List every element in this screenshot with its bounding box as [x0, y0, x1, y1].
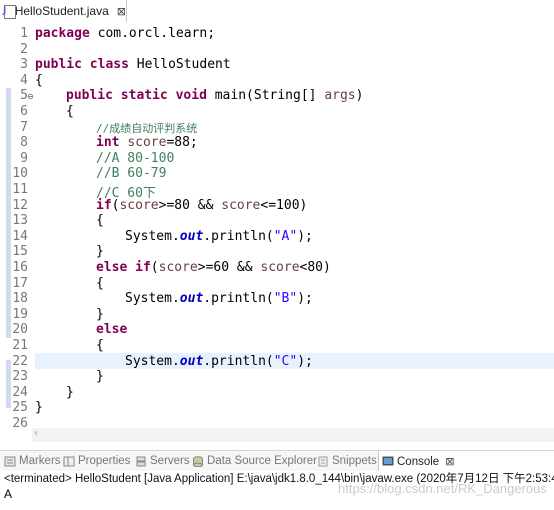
line-number: 19	[12, 306, 28, 322]
code-line-12: if(score>=80 && score<=100)	[96, 197, 308, 213]
fold-toggle-icon[interactable]: ⊖	[27, 92, 34, 101]
line-number: 21	[12, 338, 28, 353]
code-editor[interactable]: 1 2 3 4 5 6 7 8 9 10 11 12 13 14 15 16 1…	[0, 22, 554, 443]
line-number: 12	[12, 197, 28, 213]
code-line-25: }	[35, 400, 43, 416]
snippets-icon	[317, 456, 329, 467]
tab-servers[interactable]: Servers	[135, 451, 190, 471]
tab-data-source-explorer[interactable]: Data Source Explorer	[192, 451, 317, 471]
code-line-8: int score=88;	[96, 135, 198, 151]
code-line-20: else	[96, 322, 128, 338]
code-line-14: System.out.println("A");	[125, 228, 313, 244]
code-line-1: package com.orcl.learn;	[35, 26, 216, 41]
servers-icon	[135, 456, 147, 467]
watermark-text: https://blog.csdn.net/RK_Dangerous	[338, 481, 547, 496]
code-line-23: }	[96, 369, 104, 385]
editor-tab-label: HelloStudent.java	[14, 4, 109, 18]
editor-tab-bar: J HelloStudent.java ⊠	[0, 0, 554, 23]
line-number: 22	[12, 353, 28, 369]
close-console-icon[interactable]: ⊠	[445, 455, 454, 468]
code-line-7: //成绩自动评判系统	[96, 121, 198, 135]
line-number: 11	[12, 182, 28, 197]
java-file-icon: J	[3, 4, 16, 19]
line-number: 20	[12, 322, 28, 338]
close-tab-icon[interactable]: ⊠	[117, 5, 126, 18]
line-number: 23	[12, 369, 28, 385]
line-number: 3	[20, 57, 28, 73]
code-line-24: }	[66, 384, 74, 400]
code-line-10: //B 60-79	[96, 166, 167, 182]
line-number: 18	[12, 291, 28, 307]
tab-markers[interactable]: Markers	[4, 451, 61, 471]
line-number: 1	[20, 26, 28, 41]
line-number: 16	[12, 260, 28, 275]
tab-properties[interactable]: Properties	[63, 451, 130, 471]
line-number: 8	[20, 135, 28, 151]
code-line-19: }	[96, 306, 104, 322]
code-line-17: {	[96, 275, 104, 291]
scroll-left-icon[interactable]: ‹	[34, 428, 38, 439]
view-tab-bar: Markers Properties Servers Data Source E…	[0, 450, 554, 472]
line-number: 14	[12, 228, 28, 244]
code-line-21: {	[96, 338, 104, 353]
code-line-4: {	[35, 72, 43, 88]
code-line-18: System.out.println("B");	[125, 291, 313, 307]
code-line-3: public class HelloStudent	[35, 57, 231, 73]
line-number: 25	[12, 400, 28, 416]
properties-icon	[63, 456, 75, 467]
code-line-11: //C 60下	[96, 186, 156, 201]
code-line-13: {	[96, 213, 104, 229]
line-number: 9	[20, 150, 28, 166]
line-number: 15	[12, 244, 28, 260]
change-indicator-bar	[6, 360, 11, 408]
console-icon	[382, 456, 394, 467]
horizontal-scrollbar[interactable]: ‹	[32, 428, 554, 442]
overview-ruler	[0, 22, 12, 443]
code-line-5: public static void main(String[] args)	[66, 88, 364, 104]
line-number: 2	[20, 41, 28, 57]
line-number: 26	[12, 416, 28, 431]
line-number: 7	[20, 119, 28, 135]
database-icon	[192, 455, 204, 467]
tab-console[interactable]: Console ⊠	[378, 451, 554, 472]
tab-snippets[interactable]: Snippets	[317, 451, 377, 471]
line-number: 4	[20, 72, 28, 88]
editor-tab-hellostudent[interactable]: J HelloStudent.java ⊠	[0, 0, 127, 22]
code-line-22: System.out.println("C");	[125, 353, 313, 369]
change-indicator-bar	[6, 88, 11, 338]
console-output-line: A	[4, 487, 13, 501]
line-number: 6	[20, 104, 28, 119]
line-number: 13	[12, 213, 28, 229]
line-number: 24	[12, 384, 28, 400]
line-number: 10	[12, 166, 28, 182]
code-line-15: }	[96, 244, 104, 260]
code-line-16: else if(score>=60 && score<80)	[96, 260, 331, 275]
line-number: 17	[12, 275, 28, 291]
markers-icon	[4, 456, 16, 467]
code-line-6: {	[66, 104, 74, 119]
code-line-9: //A 80-100	[96, 150, 175, 166]
